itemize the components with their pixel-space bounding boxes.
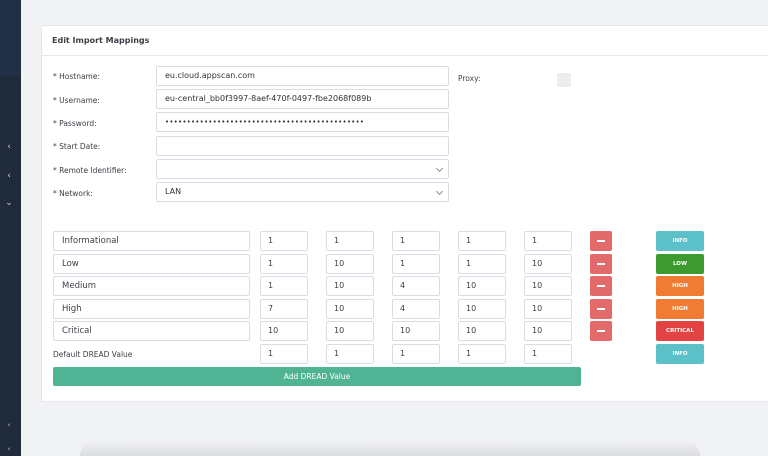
- card-header: Edit Import Mappings: [42, 26, 768, 56]
- default-value-input[interactable]: 1: [326, 344, 374, 364]
- username-label: * Username:: [53, 96, 100, 105]
- remove-row-button[interactable]: [590, 254, 612, 274]
- default-dread-label: Default DREAD Value: [53, 350, 133, 359]
- dread-name-input[interactable]: High: [53, 299, 250, 319]
- dread-value-input[interactable]: 10: [392, 321, 440, 341]
- dread-value-input[interactable]: 1: [458, 231, 506, 251]
- card-title: Edit Import Mappings: [52, 36, 150, 45]
- chevron-left-icon[interactable]: ‹: [4, 171, 14, 181]
- dread-value-input[interactable]: 10: [326, 321, 374, 341]
- network-select[interactable]: LAN: [156, 182, 449, 202]
- remove-row-button[interactable]: [590, 299, 612, 319]
- dread-value-input[interactable]: 10: [260, 321, 308, 341]
- dread-value-input[interactable]: 10: [458, 321, 506, 341]
- dread-value-input[interactable]: 10: [326, 299, 374, 319]
- severity-badge[interactable]: HIGH: [656, 299, 704, 319]
- dread-value-input[interactable]: 10: [326, 276, 374, 296]
- remote-identifier-select[interactable]: [156, 159, 449, 179]
- minus-icon: [597, 240, 605, 242]
- severity-badge[interactable]: INFO: [656, 231, 704, 251]
- network-label: * Network:: [53, 189, 93, 198]
- dread-name-input[interactable]: Medium: [53, 276, 250, 296]
- dread-value-input[interactable]: 10: [524, 299, 572, 319]
- dread-name-input[interactable]: Informational: [53, 231, 250, 251]
- dread-value-input[interactable]: 1: [392, 231, 440, 251]
- dread-value-input[interactable]: 10: [524, 321, 572, 341]
- proxy-label: Proxy:: [458, 74, 481, 83]
- dread-name-input[interactable]: Critical: [53, 321, 250, 341]
- default-value-input[interactable]: 1: [458, 344, 506, 364]
- dread-value-input[interactable]: 1: [260, 276, 308, 296]
- default-value-input[interactable]: 1: [524, 344, 572, 364]
- remove-row-button[interactable]: [590, 231, 612, 251]
- severity-badge[interactable]: CRITICAL: [656, 321, 704, 341]
- password-label: * Password:: [53, 119, 97, 128]
- dread-value-input[interactable]: 10: [458, 276, 506, 296]
- remote-identifier-label: * Remote Identifier:: [53, 166, 127, 175]
- dread-value-input[interactable]: 10: [326, 254, 374, 274]
- remove-row-button[interactable]: [590, 321, 612, 341]
- dread-value-input[interactable]: 10: [524, 254, 572, 274]
- hostname-input[interactable]: eu.cloud.appscan.com: [156, 66, 449, 86]
- severity-badge[interactable]: HIGH: [656, 276, 704, 296]
- footer-shadow: [80, 440, 700, 456]
- dread-value-input[interactable]: 4: [392, 276, 440, 296]
- password-input[interactable]: ••••••••••••••••••••••••••••••••••••••••…: [156, 112, 449, 132]
- dread-value-input[interactable]: 1: [326, 231, 374, 251]
- username-input[interactable]: eu-central_bb0f3997-8aef-470f-0497-fbe20…: [156, 89, 449, 109]
- dread-value-input[interactable]: 4: [392, 299, 440, 319]
- default-value-input[interactable]: 1: [392, 344, 440, 364]
- minus-icon: [597, 330, 605, 332]
- dread-value-input[interactable]: 10: [458, 299, 506, 319]
- sidebar-header: [0, 0, 21, 76]
- dread-value-input[interactable]: 7: [260, 299, 308, 319]
- default-severity-badge[interactable]: INFO: [656, 344, 704, 364]
- chevron-left-icon[interactable]: ‹: [4, 142, 14, 152]
- default-value-input[interactable]: 1: [260, 344, 308, 364]
- minus-icon: [597, 263, 605, 265]
- sidebar: ‹ ‹ ⌄ ‹ ‹: [0, 0, 21, 456]
- add-dread-value-button[interactable]: Add DREAD Value: [53, 367, 581, 386]
- dread-value-input[interactable]: 1: [392, 254, 440, 274]
- dread-value-input[interactable]: 1: [260, 231, 308, 251]
- dread-value-input[interactable]: 1: [260, 254, 308, 274]
- hostname-label: * Hostname:: [53, 72, 101, 81]
- sidebar-item-icon[interactable]: ‹: [4, 444, 14, 454]
- chevron-down-icon[interactable]: ⌄: [4, 198, 14, 208]
- dread-value-input[interactable]: 1: [458, 254, 506, 274]
- dread-value-input[interactable]: 1: [524, 231, 572, 251]
- dread-name-input[interactable]: Low: [53, 254, 250, 274]
- severity-badge[interactable]: LOW: [656, 254, 704, 274]
- start-date-input[interactable]: [156, 136, 449, 156]
- start-date-label: * Start Date:: [53, 142, 101, 151]
- minus-icon: [597, 285, 605, 287]
- sidebar-item-icon[interactable]: ‹: [4, 420, 14, 430]
- remove-row-button[interactable]: [590, 276, 612, 296]
- proxy-checkbox[interactable]: [557, 73, 571, 87]
- dread-value-input[interactable]: 10: [524, 276, 572, 296]
- minus-icon: [597, 308, 605, 310]
